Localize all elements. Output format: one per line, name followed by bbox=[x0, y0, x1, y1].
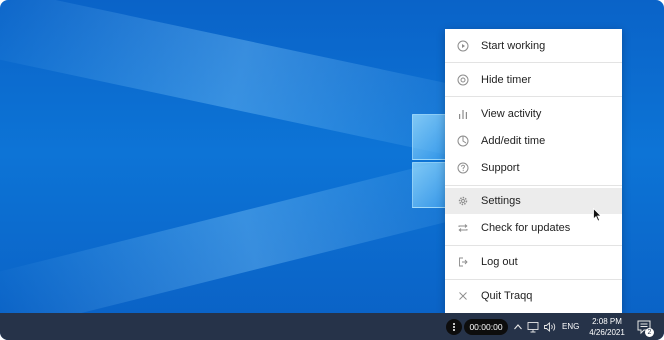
language-indicator[interactable]: ENG bbox=[562, 322, 579, 331]
menu-item-view-activity[interactable]: View activity bbox=[445, 101, 622, 127]
network-icon[interactable] bbox=[527, 320, 540, 338]
taskbar: 00:00:00 ENG 2:08 PM 4/26/2021 2 bbox=[0, 313, 664, 340]
menu-item-label: Add/edit time bbox=[481, 135, 546, 147]
menu-divider bbox=[445, 185, 622, 186]
bar-chart-icon bbox=[445, 108, 481, 120]
clock-date: 4/26/2021 bbox=[589, 328, 625, 337]
traqq-menu-button[interactable] bbox=[446, 319, 462, 335]
eye-slash-icon bbox=[445, 74, 481, 86]
clock[interactable]: 2:08 PM 4/26/2021 bbox=[585, 316, 629, 338]
logout-icon bbox=[445, 256, 481, 268]
menu-divider bbox=[445, 62, 622, 63]
chevron-up-icon[interactable] bbox=[513, 320, 523, 338]
menu-item-add-edit-time[interactable]: Add/edit time bbox=[445, 128, 622, 154]
menu-divider bbox=[445, 96, 622, 97]
notification-badge: 2 bbox=[645, 328, 654, 337]
desktop: Start working Hide timer View activity A… bbox=[0, 0, 664, 340]
play-circle-icon bbox=[445, 40, 481, 52]
kebab-icon bbox=[453, 322, 455, 332]
menu-divider bbox=[445, 245, 622, 246]
repeat-icon bbox=[445, 222, 481, 234]
menu-item-quit-traqq[interactable]: Quit Traqq bbox=[445, 283, 622, 309]
menu-divider bbox=[445, 279, 622, 280]
menu-item-support[interactable]: Support bbox=[445, 155, 622, 181]
clock-time: 2:08 PM bbox=[592, 317, 622, 326]
context-menu: Start working Hide timer View activity A… bbox=[445, 29, 622, 313]
menu-item-label: Hide timer bbox=[481, 74, 532, 86]
menu-item-label: Start working bbox=[481, 40, 546, 52]
traqq-timer-button[interactable]: 00:00:00 bbox=[464, 319, 508, 335]
menu-item-label: View activity bbox=[481, 108, 542, 120]
menu-item-hide-timer[interactable]: Hide timer bbox=[445, 67, 622, 93]
menu-item-label: Check for updates bbox=[481, 222, 571, 234]
menu-item-label: Log out bbox=[481, 256, 518, 268]
menu-item-label: Quit Traqq bbox=[481, 290, 533, 302]
menu-item-log-out[interactable]: Log out bbox=[445, 249, 622, 275]
timer-value: 00:00:00 bbox=[469, 322, 503, 332]
menu-item-label: Support bbox=[481, 162, 520, 174]
gear-icon bbox=[445, 195, 481, 207]
volume-icon[interactable] bbox=[543, 320, 557, 338]
menu-item-start-working[interactable]: Start working bbox=[445, 33, 622, 59]
mouse-cursor-icon bbox=[593, 208, 602, 222]
menu-item-label: Settings bbox=[481, 195, 521, 207]
clock-icon bbox=[445, 135, 481, 147]
close-icon bbox=[445, 290, 481, 302]
help-circle-icon bbox=[445, 162, 481, 174]
